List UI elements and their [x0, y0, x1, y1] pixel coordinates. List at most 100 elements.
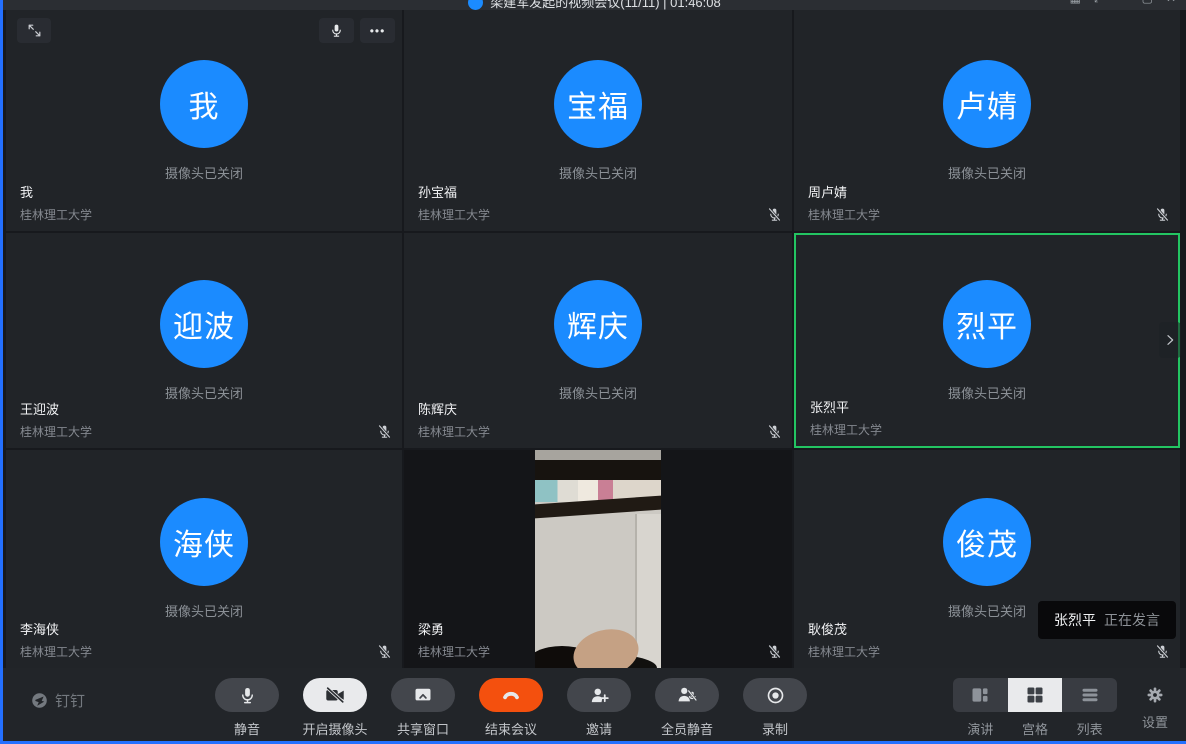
mute-all-button[interactable]: 全员静音 [643, 678, 731, 738]
next-page-button[interactable] [1159, 322, 1181, 358]
avatar-text: 我 [189, 82, 220, 126]
participant-tile[interactable]: 海侠 摄像头已关闭 李海侠 桂林理工大学 [6, 450, 402, 668]
avatar: 烈平 [943, 280, 1031, 368]
settings-button[interactable]: 设置 [1135, 678, 1175, 731]
share-screen-icon [413, 685, 433, 705]
avatar-text: 卢婧 [956, 82, 1018, 126]
view-speaker-button[interactable] [953, 678, 1008, 712]
camera-toggle-button[interactable]: 开启摄像头 [291, 678, 379, 738]
expand-icon [26, 22, 43, 39]
participant-tile-speaking[interactable]: 烈平 摄像头已关闭 张烈平 桂林理工大学 [794, 233, 1180, 448]
my-mic-button[interactable] [319, 18, 354, 43]
participant-org: 桂林理工大学 [418, 643, 490, 660]
participant-org: 桂林理工大学 [418, 206, 490, 223]
participant-tile[interactable]: 宝福 摄像头已关闭 孙宝福 桂林理工大学 [404, 10, 792, 231]
end-meeting-button[interactable]: 结束会议 [467, 678, 555, 738]
avatar: 迎波 [160, 280, 248, 368]
avatar: 俊茂 [943, 498, 1031, 586]
layout-icon[interactable]: ▦ [1070, 0, 1081, 6]
gear-icon [1145, 685, 1165, 705]
window-controls: ▦ ⤢ — ▢ ✕ [1070, 0, 1176, 6]
avatar-text: 海侠 [173, 520, 235, 564]
participant-name: 耿俊茂 [808, 619, 880, 638]
avatar-text: 俊茂 [956, 520, 1018, 564]
grid-view-icon [1025, 685, 1045, 705]
camera-off-label: 摄像头已关闭 [165, 601, 243, 620]
list-view-icon [1080, 685, 1100, 705]
window-titlebar: 梁建军发起的视频会议(11/11) | 01:46:08 ▦ ⤢ — ▢ ✕ [3, 0, 1186, 10]
muted-mic-icon [1155, 207, 1170, 222]
avatar: 我 [160, 60, 248, 148]
view-list-button[interactable] [1062, 678, 1117, 712]
muted-mic-icon [767, 644, 782, 659]
speaker-view-icon [970, 685, 990, 705]
mute-all-icon [676, 684, 698, 706]
camera-off-label: 摄像头已关闭 [559, 163, 637, 182]
minimize-icon[interactable]: — [1117, 0, 1129, 6]
avatar-text: 宝福 [567, 82, 629, 126]
record-button[interactable]: 录制 [731, 678, 819, 738]
avatar: 卢婧 [943, 60, 1031, 148]
mute-button[interactable]: 静音 [203, 678, 291, 738]
participant-name: 王迎波 [20, 399, 92, 418]
grid-view-label: 宫格 [1008, 719, 1063, 738]
avatar: 宝福 [554, 60, 642, 148]
list-view-label: 列表 [1062, 719, 1117, 738]
participant-name: 周卢婧 [808, 182, 880, 201]
participant-org: 桂林理工大学 [20, 423, 92, 440]
chevron-right-icon [1162, 332, 1178, 348]
webcam-video [535, 450, 661, 668]
record-icon [765, 685, 786, 706]
participant-tile[interactable]: 卢婧 摄像头已关闭 周卢婧 桂林理工大学 [794, 10, 1180, 231]
maximize-icon[interactable]: ▢ [1142, 0, 1153, 6]
participant-org: 桂林理工大学 [808, 643, 880, 660]
participant-tile[interactable]: 辉庆 摄像头已关闭 陈辉庆 桂林理工大学 [404, 233, 792, 448]
avatar-text: 迎波 [173, 302, 235, 346]
camera-off-label: 摄像头已关闭 [165, 163, 243, 182]
muted-mic-icon [1155, 644, 1170, 659]
participant-name: 梁勇 [418, 619, 490, 638]
avatar: 辉庆 [554, 280, 642, 368]
microphone-icon [238, 686, 257, 705]
muted-mic-icon [377, 424, 392, 439]
invite-button[interactable]: 邀请 [555, 678, 643, 738]
meeting-camera-badge-icon [468, 0, 483, 10]
tile-more-button[interactable]: ••• [360, 18, 395, 43]
participant-org: 桂林理工大学 [20, 643, 92, 660]
camera-off-label: 摄像头已关闭 [948, 383, 1026, 402]
dingtalk-logo-icon [30, 691, 49, 710]
meeting-toolbar: 钉钉 静音 开启摄像头 共享窗口 结束会议 邀请 全员静音 录制 [3, 668, 1186, 741]
dingtalk-brand: 钉钉 [30, 690, 85, 711]
camera-off-label: 摄像头已关闭 [165, 383, 243, 402]
muted-mic-icon [767, 424, 782, 439]
brand-label: 钉钉 [55, 690, 85, 711]
participant-org: 桂林理工大学 [418, 423, 490, 440]
participant-name: 我 [20, 182, 92, 201]
participant-name: 张烈平 [810, 397, 882, 416]
share-window-button[interactable]: 共享窗口 [379, 678, 467, 738]
participant-tile[interactable]: 迎波 摄像头已关闭 王迎波 桂林理工大学 [6, 233, 402, 448]
fullscreen-icon[interactable]: ⤢ [1094, 0, 1104, 6]
camera-off-icon [324, 684, 346, 706]
muted-mic-icon [377, 644, 392, 659]
hangup-icon [500, 684, 522, 706]
avatar: 海侠 [160, 498, 248, 586]
participant-name: 李海侠 [20, 619, 92, 638]
participant-org: 桂林理工大学 [20, 206, 92, 223]
view-mode-labels: 演讲 宫格 列表 [953, 719, 1117, 738]
avatar-text: 烈平 [956, 302, 1018, 346]
toast-speaker-name: 张烈平 [1054, 610, 1096, 630]
camera-off-label: 摄像头已关闭 [948, 601, 1026, 620]
participant-tile-me[interactable]: ••• 我 摄像头已关闭 我 桂林理工大学 [6, 10, 402, 231]
participant-tile-video[interactable]: 梁勇 桂林理工大学 [404, 450, 792, 668]
meeting-title: 梁建军发起的视频会议(11/11) | 01:46:08 [490, 0, 720, 10]
muted-mic-icon [767, 207, 782, 222]
view-grid-button[interactable] [1008, 678, 1063, 712]
toast-status: 正在发言 [1104, 610, 1160, 630]
close-icon[interactable]: ✕ [1166, 0, 1176, 6]
expand-tile-button[interactable] [17, 18, 51, 43]
participant-name: 孙宝福 [418, 182, 490, 201]
view-mode-group [953, 678, 1117, 712]
participant-name: 陈辉庆 [418, 399, 490, 418]
speaking-toast: 张烈平 正在发言 [1038, 601, 1176, 639]
